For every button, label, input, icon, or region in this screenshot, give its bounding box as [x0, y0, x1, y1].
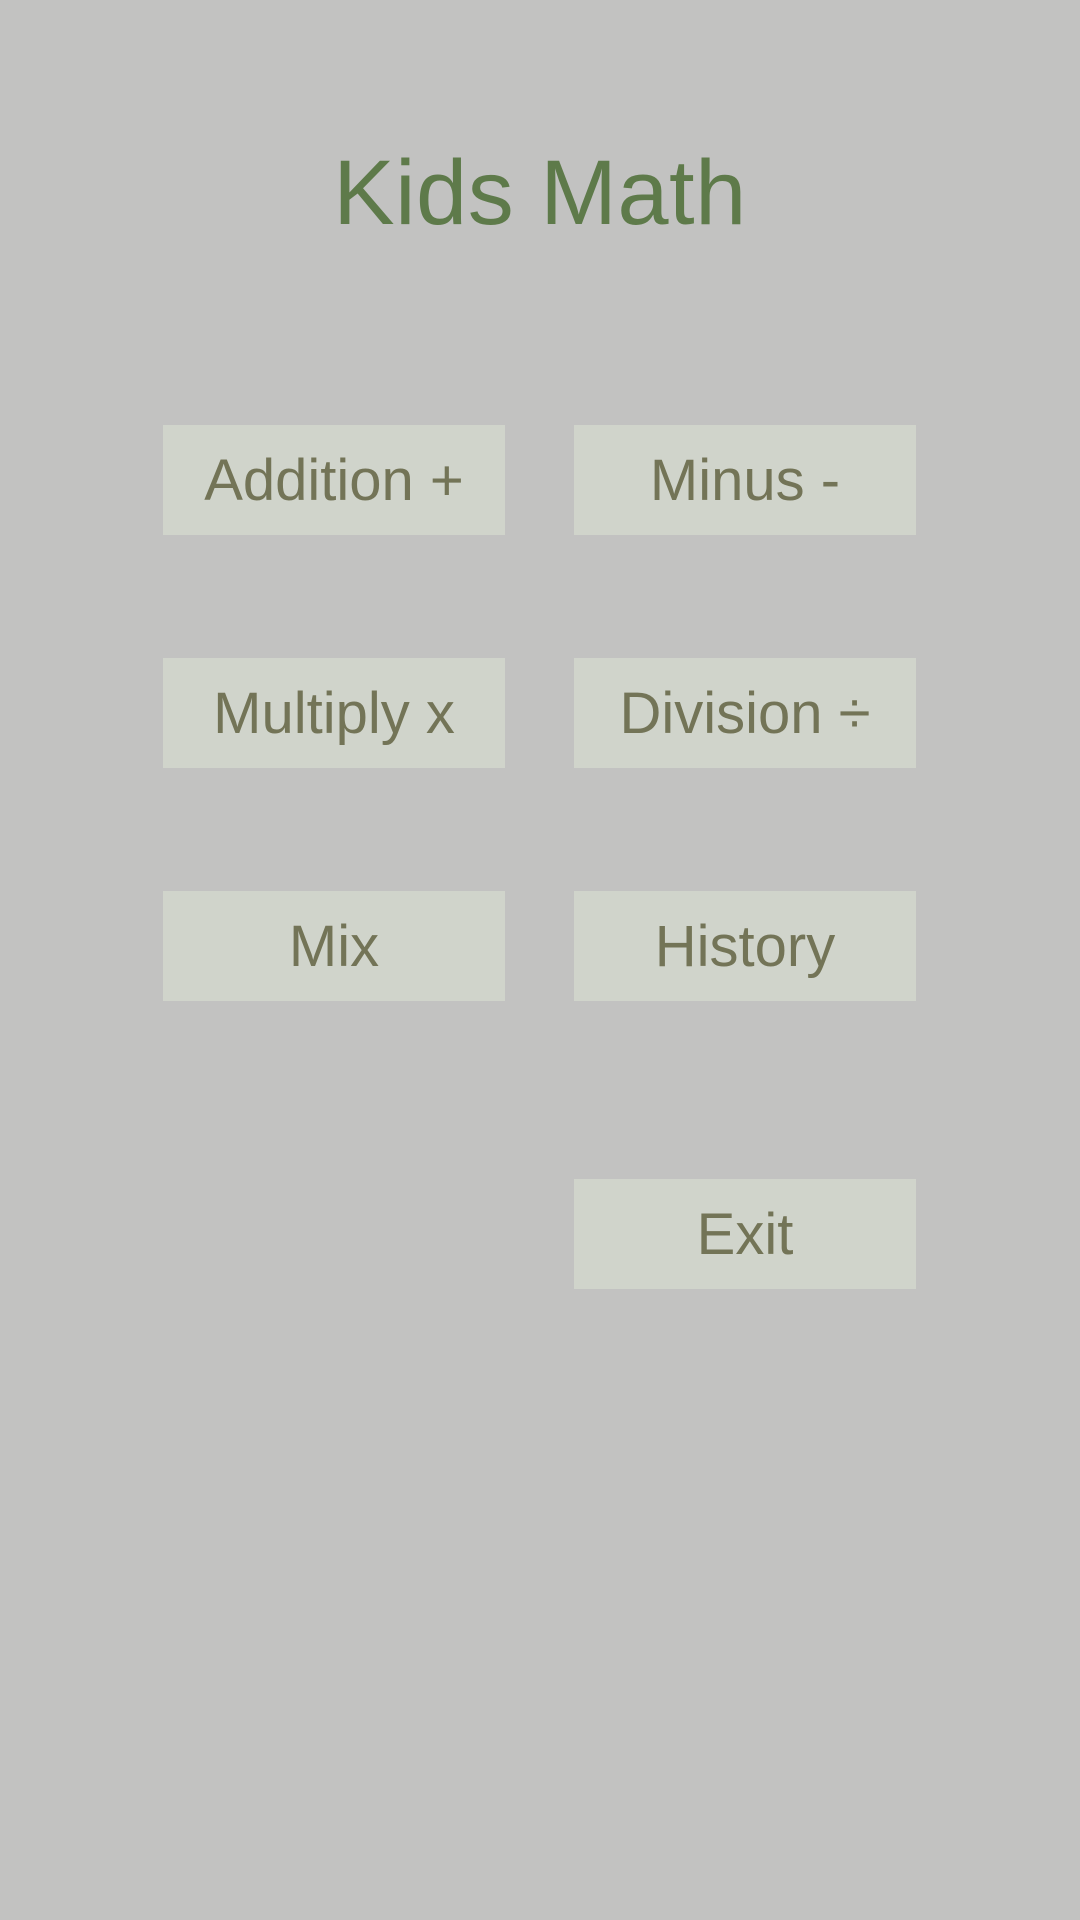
multiply-button[interactable]: Multiply x	[163, 658, 505, 768]
exit-button[interactable]: Exit	[574, 1179, 916, 1289]
app-title: Kids Math	[333, 142, 747, 244]
history-button[interactable]: History	[574, 891, 916, 1001]
main-menu-screen: Kids Math Addition + Minus - Multiply x …	[0, 0, 1080, 1920]
division-button[interactable]: Division ÷	[574, 658, 916, 768]
addition-button[interactable]: Addition +	[163, 425, 505, 535]
mix-button[interactable]: Mix	[163, 891, 505, 1001]
minus-button[interactable]: Minus -	[574, 425, 916, 535]
